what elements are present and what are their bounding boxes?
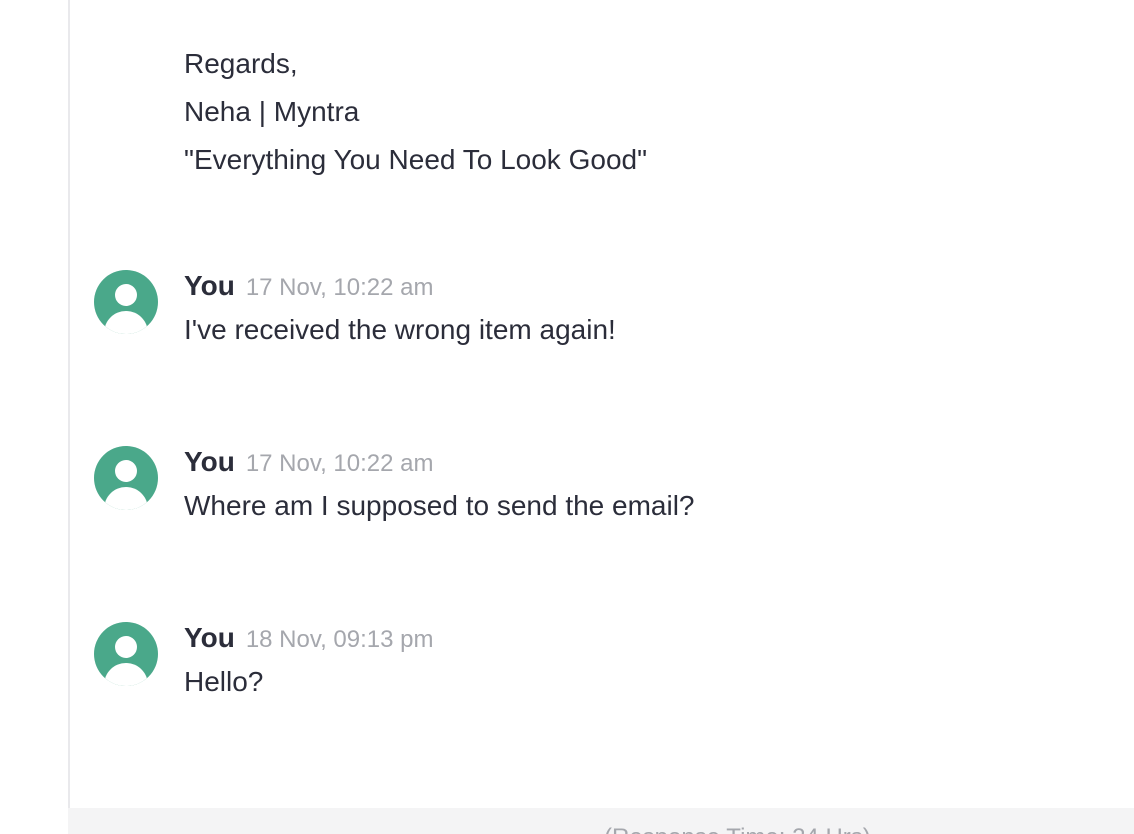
message-item: You 17 Nov, 10:22 am I've received the w…: [94, 270, 1094, 370]
message-text: Where am I supposed to send the email?: [184, 490, 695, 521]
signature-line: Neha | Myntra: [184, 96, 360, 127]
message-timestamp: 18 Nov, 09:13 pm: [245, 626, 434, 653]
response-time-note: (Response Time: 24 Hrs): [604, 824, 871, 834]
user-avatar-icon: [94, 270, 158, 334]
left-gutter: [0, 0, 68, 834]
reply-footer-bar: (Response Time: 24 Hrs): [68, 808, 1134, 834]
message-author: You: [184, 622, 235, 653]
user-avatar-icon: [94, 622, 158, 686]
signature-line: Regards,: [184, 48, 298, 79]
message-timestamp: 17 Nov, 10:22 am: [245, 450, 434, 477]
message-meta: You 17 Nov, 10:22 am: [184, 270, 433, 304]
message-item: You 17 Nov, 10:22 am Where am I supposed…: [94, 446, 1094, 546]
message-author: You: [184, 446, 235, 477]
conversation-thread: Regards, Neha | Myntra "Everything You N…: [68, 0, 1134, 808]
agent-signature: Regards, Neha | Myntra "Everything You N…: [184, 40, 647, 184]
message-text: I've received the wrong item again!: [184, 314, 616, 345]
message-item: You 18 Nov, 09:13 pm Hello?: [94, 622, 1094, 722]
message-timestamp: 17 Nov, 10:22 am: [245, 274, 434, 301]
message-meta: You 17 Nov, 10:22 am: [184, 446, 433, 480]
signature-line: "Everything You Need To Look Good": [184, 144, 648, 175]
message-author: You: [184, 270, 235, 301]
user-avatar-icon: [94, 446, 158, 510]
message-meta: You 18 Nov, 09:13 pm: [184, 622, 433, 656]
message-text: Hello?: [184, 666, 264, 697]
